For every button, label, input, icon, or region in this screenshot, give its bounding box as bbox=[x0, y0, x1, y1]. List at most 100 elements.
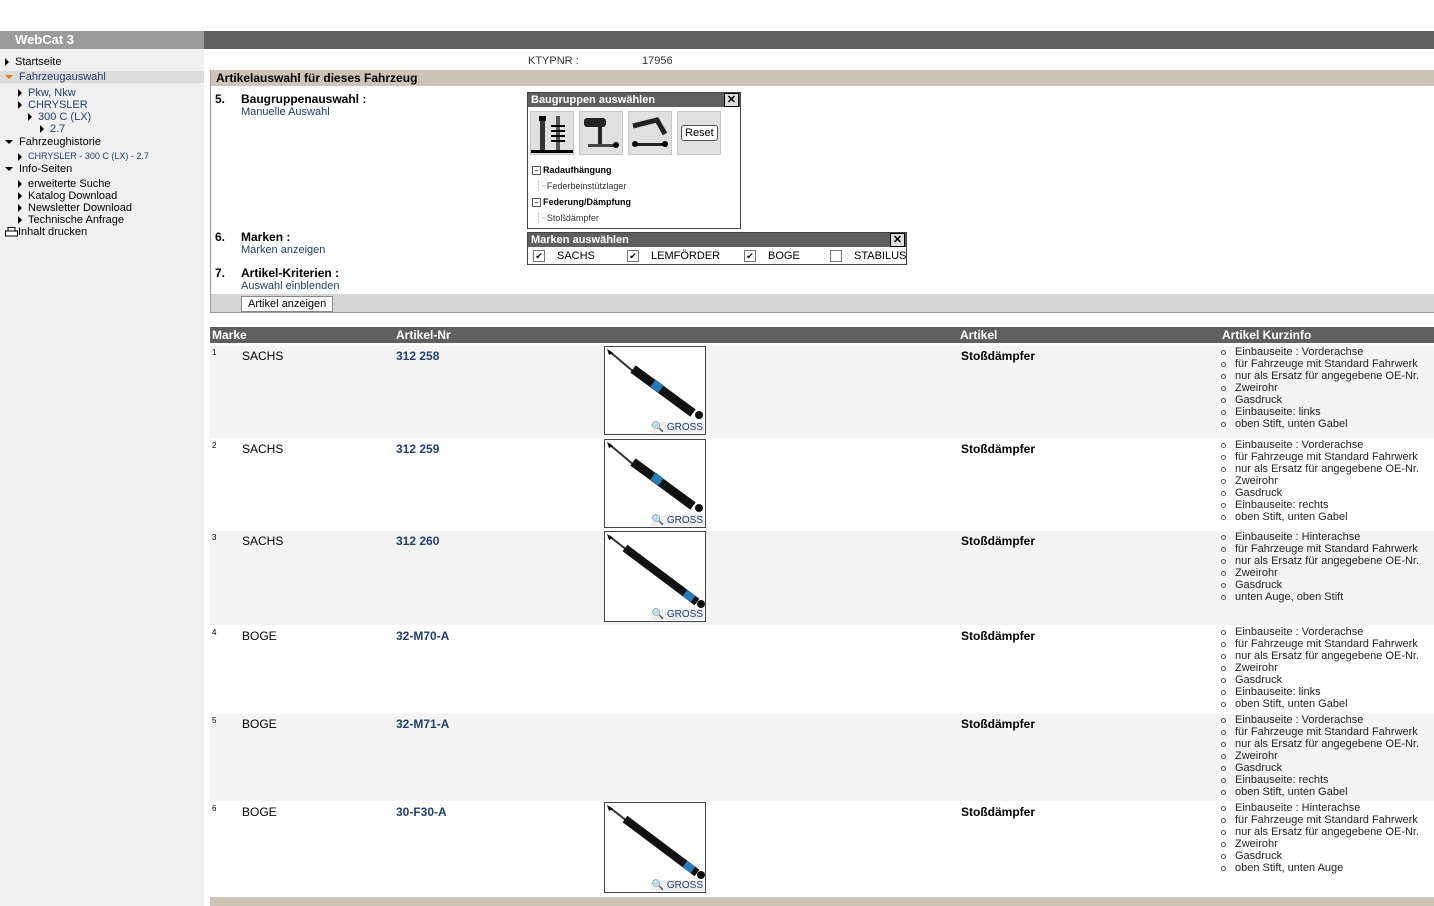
shock-absorber-image bbox=[607, 349, 703, 419]
row-article-number[interactable]: 32-M71-A bbox=[396, 717, 449, 731]
table-row[interactable]: 3 SACHS 312 260 🔍 GROSS Stoßdämpfer Einb… bbox=[210, 531, 1434, 625]
tree-leaf-federbeinstuetzlager[interactable]: ┊┈Federbeinstützlager bbox=[536, 181, 626, 192]
reset-button[interactable]: Reset bbox=[681, 125, 718, 141]
tie-rod-icon bbox=[584, 118, 619, 148]
sidebar-item-fahrzeugauswahl[interactable]: Fahrzeugauswahl bbox=[0, 71, 204, 83]
enlarge-link[interactable]: 🔍 GROSS bbox=[650, 515, 704, 526]
row-article-number[interactable]: 312 258 bbox=[396, 349, 439, 363]
tree-leaf-stossdaempfer[interactable]: ┊┈Stoßdämpfer bbox=[536, 213, 599, 224]
checkbox-checked-icon[interactable]: ✔ bbox=[533, 250, 545, 263]
row-article-name: Stoßdämpfer bbox=[961, 805, 1036, 819]
brand-checkbox-boge[interactable]: ✔ BOGE bbox=[744, 250, 800, 263]
sidebar-item-katalog-download[interactable]: Katalog Download bbox=[18, 190, 117, 202]
tree-node-federung[interactable]: − Federung/Dämpfung bbox=[532, 197, 631, 207]
chevron-right-icon bbox=[28, 113, 32, 122]
tool-control-arm[interactable] bbox=[628, 111, 672, 155]
brand-checkbox-sachs[interactable]: ✔ SACHS bbox=[533, 250, 595, 263]
product-image[interactable]: 🔍 GROSS bbox=[604, 346, 706, 435]
sidebar-item-2-7[interactable]: 2.7 bbox=[40, 123, 65, 135]
section-heading: Artikelauswahl für dieses Fahrzeug bbox=[211, 70, 1434, 86]
chevron-right-icon bbox=[18, 152, 22, 161]
results-table-header: Marke Artikel-Nr Artikel Artikel Kurzinf… bbox=[210, 327, 1434, 343]
row-info-list: Einbauseite : Hinterachse für Fahrzeuge m… bbox=[1221, 531, 1419, 603]
step6-number: 6. bbox=[215, 230, 226, 244]
row-brand: BOGE bbox=[242, 717, 277, 731]
brands-popup-title: Marken auswählen bbox=[531, 234, 629, 246]
tool-shock-absorber[interactable] bbox=[530, 111, 574, 155]
sidebar-item-fahrzeughistorie[interactable]: Fahrzeughistorie bbox=[5, 136, 101, 148]
checkbox-checked-icon[interactable]: ✔ bbox=[744, 250, 756, 263]
chevron-right-icon bbox=[18, 89, 22, 98]
shock-absorber-image bbox=[607, 534, 705, 608]
collapse-icon[interactable]: − bbox=[532, 198, 541, 207]
shock-absorber-image bbox=[607, 442, 703, 512]
main-content: KTYPNR : 17956 Artikelauswahl für dieses… bbox=[204, 49, 1434, 906]
manual-selection-link[interactable]: Manuelle Auswahl bbox=[241, 106, 330, 118]
sidebar-item-erweiterte-suche[interactable]: erweiterte Suche bbox=[18, 178, 111, 190]
chevron-down-icon bbox=[5, 75, 13, 80]
col-info: Artikel Kurzinfo bbox=[1222, 328, 1312, 342]
table-row[interactable]: 6 BOGE 30-F30-A 🔍 GROSS Stoßdämpfer Einb… bbox=[210, 802, 1434, 896]
groups-popup-title: Baugruppen auswählen bbox=[531, 94, 656, 106]
close-icon[interactable]: ✕ bbox=[724, 93, 739, 107]
bottom-section-bar bbox=[210, 897, 1434, 906]
brand-checkbox-lemfoerder[interactable]: ✔ LEMFÖRDER bbox=[627, 250, 720, 263]
row-article-number[interactable]: 30-F30-A bbox=[396, 805, 447, 819]
sidebar-item-info-seiten[interactable]: Info-Seiten bbox=[5, 163, 72, 175]
sidebar-item-inhalt-drucken[interactable]: Inhalt drucken bbox=[5, 226, 87, 238]
top-bar bbox=[0, 31, 1434, 49]
groups-popup-header: Baugruppen auswählen ✕ bbox=[528, 93, 740, 107]
ktyp-value: 17956 bbox=[642, 55, 673, 67]
product-image[interactable]: 🔍 GROSS bbox=[604, 802, 706, 893]
sidebar-item-chrysler[interactable]: CHRYSLER bbox=[18, 99, 88, 111]
table-row[interactable]: 1 SACHS 312 258 🔍 GROSS Stoßdämpfer Einb… bbox=[210, 346, 1434, 438]
row-article-name: Stoßdämpfer bbox=[961, 442, 1036, 456]
checkbox-checked-icon[interactable]: ✔ bbox=[627, 250, 639, 263]
chevron-right-icon bbox=[18, 180, 22, 189]
row-brand: SACHS bbox=[242, 349, 284, 363]
sidebar-item-startseite[interactable]: Startseite bbox=[5, 56, 61, 68]
col-article: Artikel bbox=[960, 328, 998, 342]
row-brand: BOGE bbox=[242, 629, 277, 643]
sidebar-item-technische-anfrage[interactable]: Technische Anfrage bbox=[18, 214, 124, 226]
table-row[interactable]: 4 BOGE 32-M70-A Stoßdämpfer Einbauseite … bbox=[210, 626, 1434, 713]
checkbox-unchecked-icon[interactable] bbox=[830, 250, 842, 263]
enlarge-link[interactable]: 🔍 GROSS bbox=[650, 609, 704, 620]
sidebar-item-newsletter-download[interactable]: Newsletter Download bbox=[18, 202, 132, 214]
step6-label: Marken : bbox=[241, 230, 291, 244]
table-row[interactable]: 5 BOGE 32-M71-A Stoßdämpfer Einbauseite … bbox=[210, 714, 1434, 801]
chevron-right-icon bbox=[5, 58, 9, 67]
row-article-number[interactable]: 32-M70-A bbox=[396, 629, 449, 643]
brands-popup: Marken auswählen ✕ ✔ SACHS ✔ LEMFÖRDER ✔ BO… bbox=[527, 232, 907, 265]
groups-popup: Baugruppen auswählen ✕ Reset − Radaufhäng… bbox=[527, 92, 741, 229]
row-info-list: Einbauseite : Vorderachse für Fahrzeuge m… bbox=[1221, 714, 1419, 798]
row-article-number[interactable]: 312 260 bbox=[396, 534, 439, 548]
collapse-icon[interactable]: − bbox=[532, 166, 541, 175]
product-image[interactable]: 🔍 GROSS bbox=[604, 439, 706, 528]
brand-checkbox-stabilus[interactable]: STABILUS bbox=[830, 250, 906, 263]
row-article-name: Stoßdämpfer bbox=[961, 534, 1036, 548]
enlarge-link[interactable]: 🔍 GROSS bbox=[650, 422, 704, 433]
row-article-number[interactable]: 312 259 bbox=[396, 442, 439, 456]
enlarge-link[interactable]: 🔍 GROSS bbox=[650, 880, 704, 891]
chevron-right-icon bbox=[40, 125, 44, 134]
step7-number: 7. bbox=[215, 266, 226, 280]
show-criteria-link[interactable]: Auswahl einblenden bbox=[241, 280, 339, 292]
row-brand: BOGE bbox=[242, 805, 277, 819]
tool-tie-rod[interactable] bbox=[579, 111, 623, 155]
sidebar-item-300c[interactable]: 300 C (LX) bbox=[28, 111, 91, 123]
shock-absorber-image bbox=[607, 805, 705, 879]
chevron-down-icon bbox=[5, 140, 13, 145]
sidebar-item-pkw-nkw[interactable]: Pkw, Nkw bbox=[18, 87, 76, 99]
tool-reset: Reset bbox=[677, 111, 721, 155]
show-articles-button[interactable]: Artikel anzeigen bbox=[241, 296, 334, 312]
sidebar-item-history-vehicle[interactable]: CHRYSLER - 300 C (LX) - 2.7 bbox=[18, 150, 149, 162]
ktyp-label: KTYPNR : bbox=[528, 55, 579, 67]
show-brands-link[interactable]: Marken anzeigen bbox=[241, 244, 325, 256]
table-row[interactable]: 2 SACHS 312 259 🔍 GROSS Stoßdämpfer Einb… bbox=[210, 439, 1434, 530]
close-icon[interactable]: ✕ bbox=[890, 233, 905, 247]
control-arm-icon bbox=[632, 117, 668, 147]
brands-popup-header: Marken auswählen ✕ bbox=[528, 233, 906, 247]
tree-node-radaufhaengung[interactable]: − Radaufhängung bbox=[532, 165, 612, 175]
product-image[interactable]: 🔍 GROSS bbox=[604, 531, 706, 622]
